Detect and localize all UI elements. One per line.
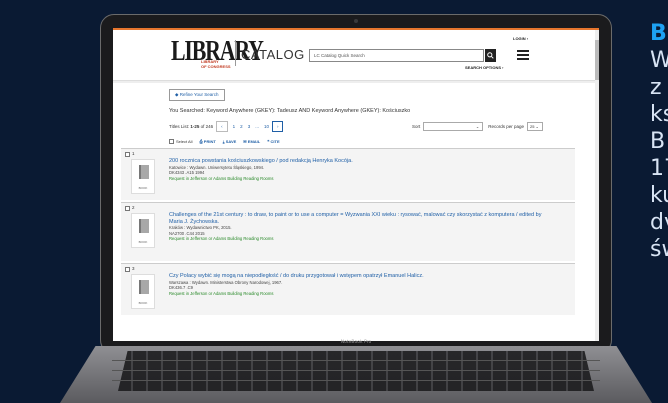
result-item: 1 BOOK 200 rocznica powstania kościuszko… [121, 148, 575, 201]
cite-button[interactable]: ❝ CITE [267, 139, 279, 144]
result-index: 3 [132, 266, 135, 272]
result-number: 1 [125, 151, 571, 157]
print-label: PRINT [203, 139, 216, 145]
bezel-label: NoteBook Pro [340, 340, 372, 345]
email-label: EMAIL [247, 139, 261, 145]
result-number: 2 [125, 205, 571, 211]
camera-icon [354, 19, 358, 23]
titles-list-prefix: Titles List: [169, 124, 190, 129]
background-text: B W z ks B 17 ku dv św [650, 20, 668, 263]
select-all-label: Select All [176, 139, 193, 144]
background-text-line: B [650, 21, 667, 46]
print-icon: ⎙ [199, 139, 203, 145]
results-actions: Select All ⎙ PRINT ⤓ SAVE ✉ EMAIL ❝ CITE [169, 139, 543, 145]
page-link[interactable]: 10 [264, 124, 269, 129]
catalog-title: CATALOG [241, 47, 305, 62]
sort-select[interactable]: ⌄ [423, 122, 484, 131]
save-button[interactable]: ⤓ SAVE [223, 139, 237, 144]
result-item: 2 BOOK Challenges of the 21st century : … [121, 202, 575, 262]
page-scrollbar[interactable] [595, 30, 599, 341]
background-text-line: z [650, 75, 662, 100]
result-thumbnail[interactable]: BOOK [131, 213, 155, 249]
laptop-screen: LIBRARY LIBRARY OF CONGRESS CATALOG LC C… [113, 28, 599, 341]
scrollbar-thumb[interactable] [595, 40, 599, 80]
save-label: SAVE [225, 139, 237, 145]
keyboard-row-divider [112, 380, 600, 381]
logo-divider [235, 40, 236, 66]
background-text-line: 17 [650, 156, 668, 181]
records-per-page-select[interactable]: 25 ⌄ [527, 122, 543, 131]
magnifier-icon [487, 52, 494, 59]
background-text-line: ks [650, 102, 668, 127]
thumbnail-label: BOOK [138, 301, 148, 306]
book-icon [139, 219, 149, 234]
page-link[interactable]: 3 [248, 124, 251, 129]
main-content: ◆ Refine Your Search You Searched: Keywo… [113, 83, 599, 316]
result-text: 200 rocznica powstania kościuszkowskiego… [169, 158, 549, 181]
site-header: LIBRARY LIBRARY OF CONGRESS CATALOG LC C… [113, 30, 599, 80]
result-thumbnail[interactable]: BOOK [131, 159, 155, 195]
page-link[interactable]: 2 [240, 124, 243, 129]
save-icon: ⤓ [222, 139, 225, 145]
search-button[interactable] [485, 49, 496, 62]
library-logo-subtitle: LIBRARY OF CONGRESS [201, 59, 231, 69]
email-button[interactable]: ✉ EMAIL [243, 139, 260, 144]
result-checkbox[interactable] [125, 266, 130, 272]
background-text-line: św [650, 237, 668, 262]
email-icon: ✉ [243, 139, 247, 145]
background-text-line: B [650, 129, 666, 154]
prev-page-button[interactable]: ‹ [216, 121, 228, 132]
select-all[interactable]: Select All [169, 139, 193, 145]
background-text-line: W [650, 48, 668, 73]
thumbnail-label: BOOK [138, 240, 148, 245]
result-request-link[interactable]: Request in Jefferson or Adams Building R… [169, 176, 549, 182]
select-all-checkbox[interactable] [169, 139, 174, 145]
result-text: Challenges of the 21st century : to draw… [169, 212, 549, 242]
background-text-line: dv [650, 210, 668, 235]
page-link[interactable]: 1 [233, 124, 236, 129]
keyboard-row-divider [112, 370, 600, 371]
records-per-page-label: Records per page [488, 124, 524, 129]
result-checkbox[interactable] [125, 151, 130, 157]
sort-label: Sort [411, 124, 421, 129]
next-page-button[interactable]: › [271, 121, 284, 132]
login-link[interactable]: LOGIN › [513, 36, 528, 41]
background-text-line: ku [650, 183, 668, 208]
result-index: 2 [132, 205, 135, 211]
quick-search-input[interactable]: LC Catalog Quick Search [309, 49, 484, 62]
result-request-link[interactable]: Request in Jefferson or Adams Building R… [169, 291, 549, 297]
keyboard-row-divider [112, 360, 600, 361]
result-index: 1 [132, 151, 135, 157]
keyboard [118, 351, 594, 391]
you-searched-text: You Searched: Keyword Anywhere (GKEY): T… [169, 108, 411, 114]
hamburger-icon[interactable] [517, 50, 529, 60]
refine-search-button[interactable]: ◆ Refine Your Search [169, 89, 225, 101]
pagination-bar: Titles List: 1-25 of 246 ‹ 1 2 3 ... 10 … [169, 121, 543, 132]
thumbnail-label: BOOK [138, 186, 148, 191]
search-options-link[interactable]: SEARCH OPTIONS › [465, 65, 503, 70]
titles-list-range: 1-25 [190, 124, 200, 129]
page-ellipsis: ... [255, 124, 259, 129]
results-list: 1 BOOK 200 rocznica powstania kościuszko… [121, 148, 575, 316]
titles-list-total: of 246 [200, 124, 214, 129]
result-title-link[interactable]: Challenges of the 21st century : to draw… [169, 212, 549, 225]
result-item: 3 BOOK Czy Polacy wybić się mogą na niep… [121, 263, 575, 316]
book-icon [139, 280, 149, 295]
result-checkbox[interactable] [125, 205, 130, 211]
print-button[interactable]: ⎙ PRINT [199, 139, 215, 144]
result-request-link[interactable]: Request in Jefferson or Adams Building R… [169, 236, 549, 242]
logo-sub-line: OF CONGRESS [201, 63, 231, 69]
result-thumbnail[interactable]: BOOK [131, 274, 155, 310]
result-text: Czy Polacy wybić się mogą na niepodległo… [169, 273, 549, 296]
cite-icon: ❝ [267, 139, 270, 145]
cite-label: CITE [270, 139, 280, 145]
book-icon [139, 165, 149, 180]
result-number: 3 [125, 266, 571, 272]
